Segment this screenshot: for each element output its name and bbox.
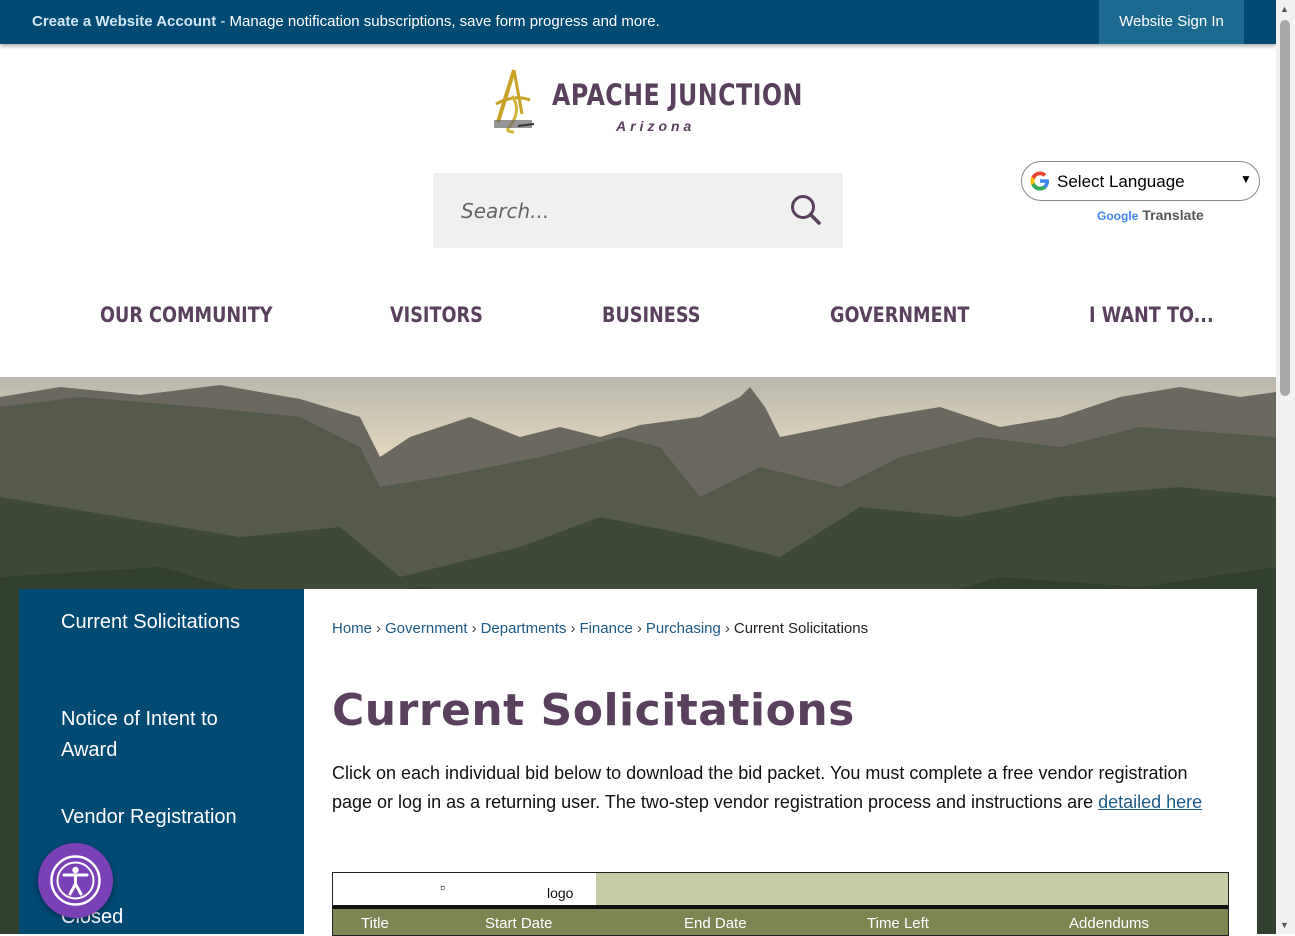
account-message-text: - Manage notification subscriptions, sav… [216, 13, 660, 30]
scrollbar[interactable]: ▲ ▼ [1276, 0, 1295, 934]
nav-visitors[interactable]: VISITORS [390, 303, 483, 327]
accessibility-button[interactable] [38, 843, 113, 918]
intro-paragraph: Click on each individual bid below to do… [332, 763, 1188, 812]
breadcrumb-finance[interactable]: Finance [579, 620, 632, 637]
chevron-down-icon: ▼ [1240, 172, 1252, 186]
bid-table-band [596, 873, 1228, 905]
column-addendums[interactable]: Addendums [1069, 915, 1149, 932]
column-title[interactable]: Title [361, 915, 389, 932]
scroll-up-icon[interactable]: ▲ [1280, 4, 1289, 14]
site-logo[interactable]: APACHE JUNCTION Arizona [488, 66, 802, 140]
breadcrumb-current: Current Solicitations [733, 620, 869, 637]
search-icon[interactable] [789, 193, 823, 227]
sidebar-item-current-solicitations[interactable]: Current Solicitations [61, 607, 261, 638]
google-translate-credit[interactable]: Google Translate [1097, 207, 1204, 223]
main-content: Home › Government › Departments › Finance › Purc… [304, 589, 1257, 936]
scrollbar-thumb[interactable] [1280, 20, 1290, 396]
breadcrumb-purchasing[interactable]: Purchasing [646, 620, 721, 637]
bid-table-logo: ▫ logo [333, 873, 596, 905]
column-start-date[interactable]: Start Date [485, 915, 553, 932]
nav-i-want-to[interactable]: I WANT TO... [1089, 303, 1214, 327]
sidebar-item-notice-of-intent[interactable]: Notice of Intent to Award [61, 704, 261, 766]
breadcrumb-home[interactable]: Home [332, 620, 372, 637]
scroll-down-icon[interactable]: ▼ [1280, 920, 1289, 930]
language-select-label: Select Language [1057, 172, 1185, 191]
column-time-left[interactable]: Time Left [867, 915, 929, 932]
detailed-here-link[interactable]: detailed here [1098, 792, 1202, 812]
page-title: Current Solicitations [332, 685, 855, 736]
bid-table: ▫ logo Title Start Date End Date Time Lef… [332, 872, 1229, 936]
accessibility-icon [50, 855, 101, 906]
nav-our-community[interactable]: OUR COMMUNITY [100, 303, 273, 327]
breadcrumb-government[interactable]: Government [385, 620, 468, 637]
nav-government[interactable]: GOVERNMENT [830, 303, 969, 327]
bid-table-header: Title Start Date End Date Time Left Adde… [333, 909, 1228, 935]
language-select[interactable]: Select Language ▼ [1021, 161, 1260, 201]
breadcrumb: Home › Government › Departments › Finance › Purc… [332, 620, 869, 637]
search-box[interactable]: Search... [433, 173, 843, 248]
breadcrumb-departments[interactable]: Departments [481, 620, 567, 637]
sign-in-button[interactable]: Website Sign In [1099, 0, 1244, 44]
logo-subtitle: Arizona [616, 118, 696, 134]
nav-business[interactable]: BUSINESS [602, 303, 700, 327]
column-end-date[interactable]: End Date [684, 915, 747, 932]
google-g-icon [1030, 171, 1049, 191]
logo-mark-icon [494, 69, 535, 134]
broken-image-icon: ▫ logo [440, 879, 574, 901]
sidebar-item-vendor-registration[interactable]: Vendor Registration [61, 802, 261, 833]
create-account-link[interactable]: Create a Website Account [32, 13, 216, 30]
top-bar: Create a Website Account - Manage notifi… [0, 0, 1276, 44]
intro-text: Click on each individual bid below to do… [332, 759, 1232, 817]
search-input[interactable]: Search... [461, 199, 549, 223]
translate-label: Translate [1142, 207, 1204, 223]
account-message: Create a Website Account - Manage notifi… [32, 13, 660, 30]
logo-title: APACHE JUNCTION [552, 78, 803, 112]
google-wordmark: Google [1097, 209, 1139, 223]
